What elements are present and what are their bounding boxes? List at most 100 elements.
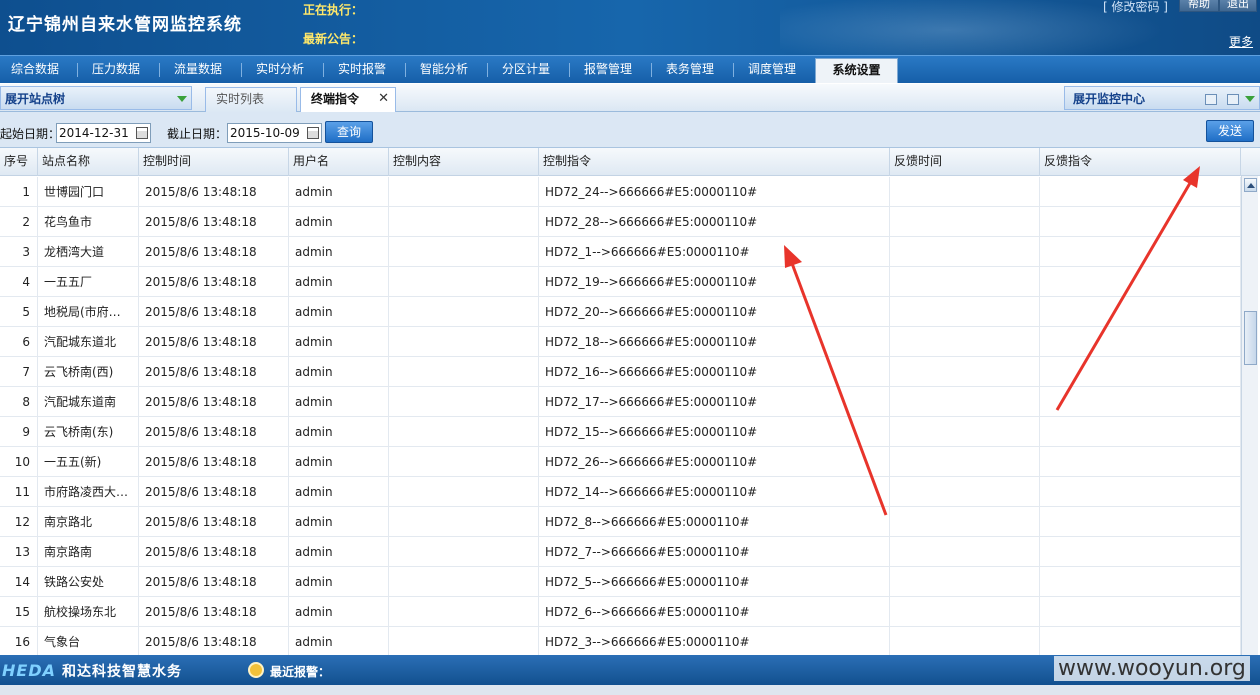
nav-divider — [159, 63, 160, 77]
cell-feedback-command — [1040, 267, 1241, 297]
cell-site-name: 世博园门口 — [38, 177, 139, 207]
browser-status-bar — [0, 685, 1260, 695]
nav-item-alarm-management[interactable]: 报警管理 — [573, 56, 643, 83]
nav-item-meter-management[interactable]: 表务管理 — [655, 56, 725, 83]
cell-feedback-time — [890, 537, 1040, 567]
cell-control-content — [389, 477, 539, 507]
layout-icon[interactable] — [1227, 94, 1239, 105]
tab-realtime-list[interactable]: 实时列表 — [205, 87, 297, 112]
calendar-icon[interactable] — [136, 127, 148, 139]
cell-seq: 3 — [0, 237, 38, 267]
close-icon[interactable]: ✕ — [378, 88, 389, 110]
cell-control-time: 2015/8/6 13:48:18 — [139, 177, 289, 207]
expand-site-tree-toggle[interactable]: 展开站点树 — [0, 86, 192, 110]
end-date-label: 截止日期： — [167, 127, 228, 141]
column-header-seq[interactable]: 序号 — [0, 148, 38, 176]
column-header-control-command[interactable]: 控制指令 — [539, 148, 890, 176]
tab-terminal-command[interactable]: 终端指令 ✕ — [300, 87, 396, 113]
table-row[interactable]: 1 世博园门口 2015/8/6 13:48:18 admin HD72_24-->66… — [0, 177, 1241, 207]
nav-item-pressure-data[interactable]: 压力数据 — [81, 56, 151, 83]
nav-item-general-data[interactable]: 综合数据 — [0, 56, 70, 83]
cell-control-content — [389, 417, 539, 447]
table-row[interactable]: 6 汽配城东道北 2015/8/6 13:48:18 admin HD72_18-->6… — [0, 327, 1241, 357]
scroll-up-button[interactable] — [1244, 178, 1257, 192]
cell-seq: 10 — [0, 447, 38, 477]
table-row[interactable]: 2 花鸟鱼市 2015/8/6 13:48:18 admin HD72_28-->666… — [0, 207, 1241, 237]
column-header-feedback-command[interactable]: 反馈指令 — [1040, 148, 1241, 176]
table-row[interactable]: 10 一五五(新) 2015/8/6 13:48:18 admin HD72_26-->… — [0, 447, 1241, 477]
send-button[interactable]: 发送 — [1206, 120, 1254, 142]
nav-divider — [651, 63, 652, 77]
nav-item-zone-metering[interactable]: 分区计量 — [491, 56, 561, 83]
table-row[interactable]: 12 南京路北 2015/8/6 13:48:18 admin HD72_8-->666… — [0, 507, 1241, 537]
column-header-control-time[interactable]: 控制时间 — [139, 148, 289, 176]
notice-label: 最新公告： — [303, 32, 364, 46]
cell-feedback-time — [890, 507, 1040, 537]
column-header-control-content[interactable]: 控制内容 — [389, 148, 539, 176]
nav-divider — [241, 63, 242, 77]
table-row[interactable]: 13 南京路南 2015/8/6 13:48:18 admin HD72_7-->666… — [0, 537, 1241, 567]
cell-control-content — [389, 567, 539, 597]
cell-user: admin — [289, 627, 389, 655]
end-date-field[interactable]: 2015-10-09 — [227, 123, 322, 143]
cell-site-name: 汽配城东道北 — [38, 327, 139, 357]
cell-control-time: 2015/8/6 13:48:18 — [139, 327, 289, 357]
table-row[interactable]: 3 龙栖湾大道 2015/8/6 13:48:18 admin HD72_1-->666… — [0, 237, 1241, 267]
cell-control-command: HD72_3-->666666#E5:0000110# — [539, 627, 890, 655]
calendar-icon[interactable] — [307, 127, 319, 139]
cell-control-time: 2015/8/6 13:48:18 — [139, 537, 289, 567]
help-button[interactable]: 帮助 — [1179, 0, 1219, 12]
recent-alarm-label: 最近报警： — [270, 665, 331, 679]
nav-item-flow-data[interactable]: 流量数据 — [163, 56, 233, 83]
app-header: 辽宁锦州自来水管网监控系统 正在执行： 最新公告： [ 修改密码 ] 帮助 退出… — [0, 0, 1260, 55]
cell-seq: 16 — [0, 627, 38, 655]
table-row[interactable]: 9 云飞桥南(东) 2015/8/6 13:48:18 admin HD72_15-->… — [0, 417, 1241, 447]
cell-control-command: HD72_24-->666666#E5:0000110# — [539, 177, 890, 207]
nav-item-smart-analysis[interactable]: 智能分析 — [409, 56, 479, 83]
nav-item-system-settings[interactable]: 系统设置 — [815, 58, 898, 83]
cell-control-time: 2015/8/6 13:48:18 — [139, 567, 289, 597]
company-logo: HEDA — [2, 661, 56, 680]
chevron-down-icon[interactable] — [1245, 96, 1255, 102]
cell-control-command: HD72_19-->666666#E5:0000110# — [539, 267, 890, 297]
column-header-user[interactable]: 用户名 — [289, 148, 389, 176]
scrollbar-thumb[interactable] — [1244, 311, 1257, 365]
cell-feedback-command — [1040, 357, 1241, 387]
window-icon[interactable] — [1205, 94, 1217, 105]
cell-user: admin — [289, 267, 389, 297]
change-password-link[interactable]: [ 修改密码 ] — [1103, 0, 1168, 15]
column-header-site[interactable]: 站点名称 — [38, 148, 139, 176]
watermark: www.wooyun.org — [1054, 656, 1250, 681]
table-row[interactable]: 15 航校操场东北 2015/8/6 13:48:18 admin HD72_6-->6… — [0, 597, 1241, 627]
cell-control-time: 2015/8/6 13:48:18 — [139, 507, 289, 537]
table-row[interactable]: 7 云飞桥南(西) 2015/8/6 13:48:18 admin HD72_16-->… — [0, 357, 1241, 387]
cell-site-name: 航校操场东北 — [38, 597, 139, 627]
table-scrollbar[interactable] — [1241, 176, 1258, 655]
table-row[interactable]: 5 地税局(市府… 2015/8/6 13:48:18 admin HD72_20-->… — [0, 297, 1241, 327]
cell-feedback-command — [1040, 417, 1241, 447]
cell-user: admin — [289, 537, 389, 567]
tab-bar: 展开站点树 实时列表 终端指令 ✕ 展开监控中心 — [0, 84, 1260, 113]
nav-item-dispatch-management[interactable]: 调度管理 — [737, 56, 807, 83]
cell-seq: 1 — [0, 177, 38, 207]
cell-user: admin — [289, 387, 389, 417]
table-row[interactable]: 8 汽配城东道南 2015/8/6 13:48:18 admin HD72_17-->6… — [0, 387, 1241, 417]
column-header-feedback-time[interactable]: 反馈时间 — [890, 148, 1040, 176]
cell-user: admin — [289, 297, 389, 327]
table-row[interactable]: 11 市府路凌西大… 2015/8/6 13:48:18 admin HD72_14--… — [0, 477, 1241, 507]
more-link[interactable]: 更多 — [1229, 33, 1253, 50]
expand-monitor-center-toggle[interactable]: 展开监控中心 — [1064, 86, 1260, 110]
cell-seq: 14 — [0, 567, 38, 597]
start-date-field[interactable]: 2014-12-31 — [56, 123, 151, 143]
cell-control-time: 2015/8/6 13:48:18 — [139, 207, 289, 237]
nav-item-realtime-alarm[interactable]: 实时报警 — [327, 56, 397, 83]
table-row[interactable]: 4 一五五厂 2015/8/6 13:48:18 admin HD72_19-->666… — [0, 267, 1241, 297]
end-date-value: 2015-10-09 — [230, 126, 300, 140]
query-button[interactable]: 查询 — [325, 121, 373, 143]
cell-control-command: HD72_5-->666666#E5:0000110# — [539, 567, 890, 597]
cell-site-name: 云飞桥南(东) — [38, 417, 139, 447]
nav-item-realtime-analysis[interactable]: 实时分析 — [245, 56, 315, 83]
exit-button[interactable]: 退出 — [1219, 0, 1257, 12]
table-row[interactable]: 16 气象台 2015/8/6 13:48:18 admin HD72_3-->6666… — [0, 627, 1241, 655]
table-row[interactable]: 14 铁路公安处 2015/8/6 13:48:18 admin HD72_5-->66… — [0, 567, 1241, 597]
